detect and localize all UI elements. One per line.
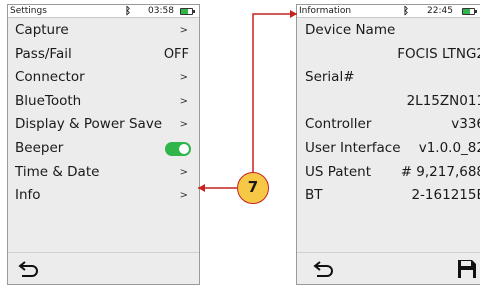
info-list: Device Name FOCIS LTNG2 Serial# 2L15ZN01… [297, 19, 480, 208]
menu-item-display-power-save[interactable]: Display & Power Save > [8, 113, 199, 137]
menu-item-beeper: Beeper [8, 137, 199, 161]
device-name-value: FOCIS LTNG2 [397, 45, 480, 62]
info-row-serial-value: 2L15ZN011 [297, 90, 480, 114]
chevron-right-icon: > [179, 166, 188, 178]
user-interface-value: v1.0.0_82 [418, 139, 480, 156]
menu-item-info[interactable]: Info > [8, 184, 199, 208]
us-patent-value: # 9,217,688 [400, 163, 480, 180]
bluetooth-icon: ᛒ [403, 6, 409, 17]
controller-value: v336 [451, 116, 480, 133]
info-label: US Patent [305, 163, 371, 180]
menu-item-label: Connector [15, 69, 85, 86]
menu-item-label: Pass/Fail [15, 45, 72, 62]
back-arrow-icon[interactable] [18, 260, 40, 278]
chevron-right-icon: > [179, 95, 188, 107]
battery-icon [180, 8, 195, 15]
screen-title: Information [299, 6, 352, 16]
beeper-toggle[interactable] [165, 141, 191, 156]
status-bar: Information ᛒ 22:45 [297, 5, 480, 18]
back-arrow-icon[interactable] [313, 260, 335, 278]
info-row-user-interface: User Interface v1.0.0_82 [297, 137, 480, 161]
menu-item-capture[interactable]: Capture > [8, 19, 199, 43]
chevron-right-icon: > [179, 72, 188, 84]
menu-item-label: Time & Date [15, 163, 100, 180]
toggle-knob [179, 143, 189, 154]
menu-item-label: Display & Power Save [15, 116, 163, 133]
bt-value: 2-161215E [411, 187, 480, 204]
info-row-device-name-value: FOCIS LTNG2 [297, 43, 480, 67]
menu-item-label: Info [15, 187, 41, 204]
menu-item-label: Beeper [15, 139, 64, 156]
info-row-us-patent: US Patent # 9,217,688 [297, 161, 480, 185]
chevron-right-icon: > [179, 25, 188, 36]
battery-icon [462, 8, 477, 15]
menu-item-label: BlueTooth [15, 92, 82, 109]
pass-fail-value: OFF [163, 46, 189, 62]
info-label: Device Name [305, 22, 396, 38]
info-label: Serial# [305, 69, 355, 86]
menu-item-label: Capture [15, 22, 69, 38]
chevron-right-icon: > [179, 190, 188, 202]
settings-screen: Settings ᛒ 03:58 Capture > Pass/Fail OFF… [7, 4, 200, 285]
screen-title: Settings [10, 6, 47, 16]
menu-item-pass-fail[interactable]: Pass/Fail OFF [8, 43, 199, 67]
info-label: User Interface [305, 139, 401, 156]
chevron-right-icon: > [179, 119, 188, 131]
serial-value: 2L15ZN011 [406, 92, 480, 109]
info-label: Controller [305, 116, 372, 133]
status-time: 22:45 [427, 6, 453, 16]
info-row-bt: BT 2-161215E [297, 184, 480, 208]
information-screen: Information ᛒ 22:45 Device Name FOCIS LT… [296, 4, 480, 285]
menu-item-connector[interactable]: Connector > [8, 66, 199, 90]
bottom-bar [297, 252, 480, 284]
info-row-device-name: Device Name [297, 19, 480, 43]
info-row-serial: Serial# [297, 66, 480, 90]
bottom-bar [8, 252, 199, 284]
status-bar: Settings ᛒ 03:58 [8, 5, 199, 18]
callout-badge: 7 [237, 172, 269, 204]
bluetooth-icon: ᛒ [125, 6, 131, 17]
status-time: 03:58 [148, 6, 174, 16]
settings-menu: Capture > Pass/Fail OFF Connector > Blue… [8, 19, 199, 208]
save-icon[interactable] [457, 259, 477, 279]
info-label: BT [305, 187, 323, 204]
info-row-controller: Controller v336 [297, 113, 480, 137]
menu-item-time-date[interactable]: Time & Date > [8, 161, 199, 185]
menu-item-bluetooth[interactable]: BlueTooth > [8, 90, 199, 114]
